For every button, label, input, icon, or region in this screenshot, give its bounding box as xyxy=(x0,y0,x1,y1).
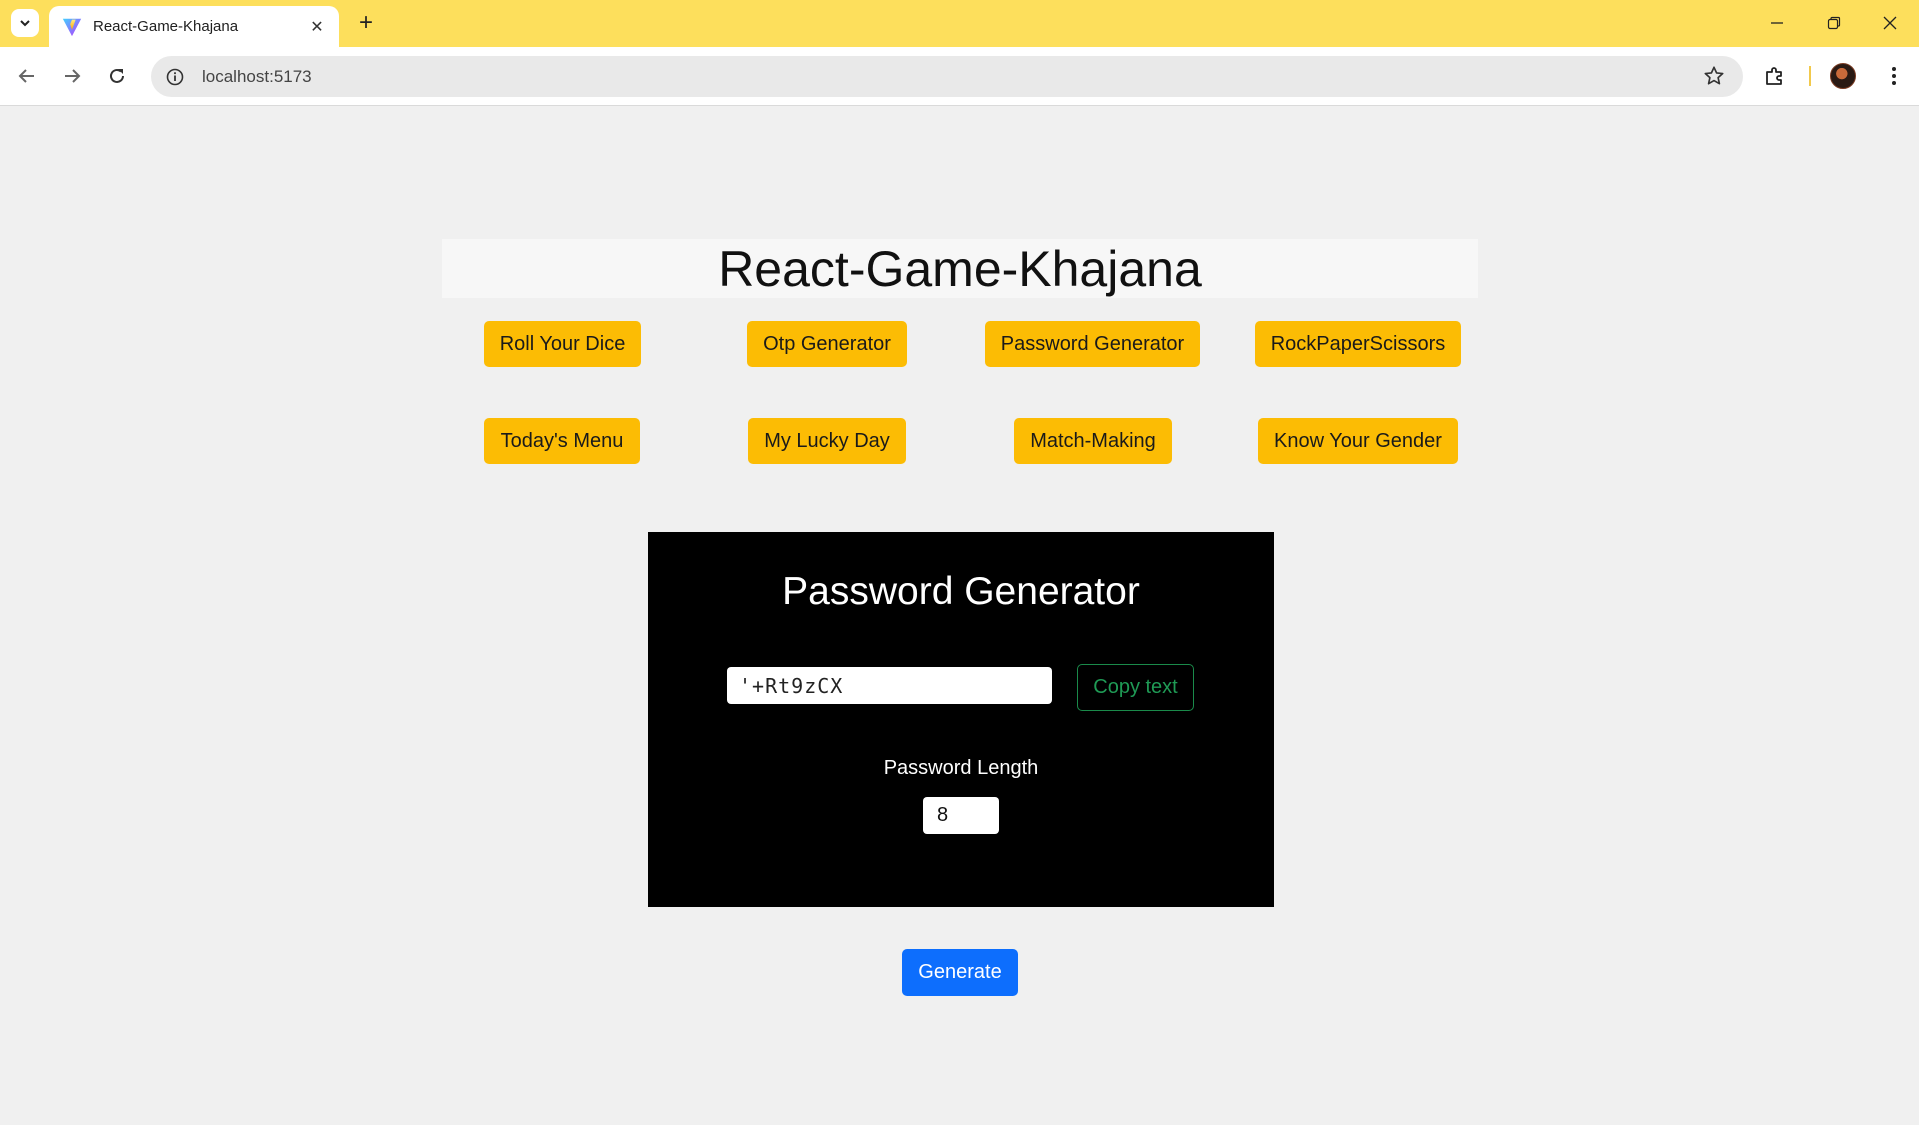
forward-button[interactable] xyxy=(56,60,88,92)
browser-toolbar: localhost:5173 xyxy=(0,47,1919,106)
profile-avatar[interactable] xyxy=(1830,63,1856,89)
browser-menu-button[interactable] xyxy=(1879,61,1909,91)
restore-icon xyxy=(1827,16,1841,30)
minimize-icon xyxy=(1771,22,1783,24)
game-button-rockpaperscissors[interactable]: RockPaperScissors xyxy=(1255,321,1461,367)
app-header: React-Game-Khajana xyxy=(442,239,1478,298)
back-button[interactable] xyxy=(11,60,43,92)
game-button-todays-menu[interactable]: Today's Menu xyxy=(484,418,640,464)
minimize-button[interactable] xyxy=(1754,8,1800,38)
game-button-otp-generator[interactable]: Otp Generator xyxy=(747,321,907,367)
password-length-input[interactable]: 8 xyxy=(923,797,999,834)
toolbar-divider xyxy=(1809,66,1811,86)
restore-button[interactable] xyxy=(1811,8,1857,38)
more-vert-icon xyxy=(1892,67,1896,85)
extensions-button[interactable] xyxy=(1760,61,1790,91)
reload-button[interactable] xyxy=(101,60,133,92)
tab-title: React-Game-Khajana xyxy=(93,18,239,35)
app-title: React-Game-Khajana xyxy=(718,240,1202,297)
card-title: Password Generator xyxy=(782,570,1140,613)
close-tab-icon[interactable]: ✕ xyxy=(307,17,327,37)
browser-titlebar: React-Game-Khajana ✕ + xyxy=(0,0,1919,47)
tab-search-button[interactable] xyxy=(11,9,39,37)
url-text: localhost:5173 xyxy=(202,66,312,86)
site-info-icon[interactable] xyxy=(165,67,185,87)
game-button-match-making[interactable]: Match-Making xyxy=(1014,418,1172,464)
vite-favicon-icon xyxy=(62,18,82,36)
copy-text-button[interactable]: Copy text xyxy=(1077,664,1194,711)
password-length-label: Password Length xyxy=(883,757,1039,779)
chevron-down-icon xyxy=(20,20,30,27)
game-button-password-generator[interactable]: Password Generator xyxy=(985,321,1200,367)
address-bar[interactable]: localhost:5173 xyxy=(151,56,1743,97)
password-output-field[interactable]: '+Rt9zCX xyxy=(727,667,1052,704)
password-generator-card: Password Generator '+Rt9zCX Copy text Pa… xyxy=(648,532,1274,907)
game-button-know-your-gender[interactable]: Know Your Gender xyxy=(1258,418,1458,464)
bookmark-star-icon[interactable] xyxy=(1703,65,1725,87)
reload-icon xyxy=(110,68,124,83)
page-content: React-Game-Khajana Roll Your Dice Otp Ge… xyxy=(0,107,1919,1125)
browser-tab[interactable]: React-Game-Khajana ✕ xyxy=(49,6,339,47)
arrow-left-icon xyxy=(18,69,34,83)
new-tab-button[interactable]: + xyxy=(352,9,380,37)
puzzle-icon xyxy=(1766,67,1782,85)
arrow-right-icon xyxy=(65,69,81,83)
game-button-my-lucky-day[interactable]: My Lucky Day xyxy=(748,418,906,464)
generate-button[interactable]: Generate xyxy=(902,949,1018,996)
game-button-roll-your-dice[interactable]: Roll Your Dice xyxy=(484,321,641,367)
close-icon xyxy=(1883,16,1897,30)
close-window-button[interactable] xyxy=(1867,8,1913,38)
